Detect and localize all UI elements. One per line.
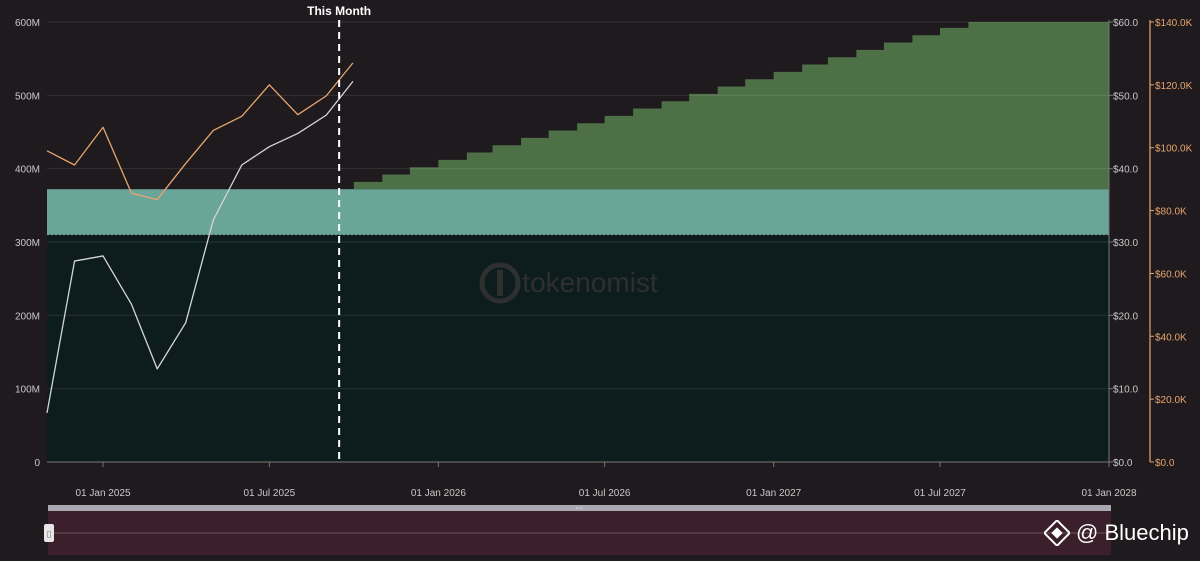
x-tick-label: 01 Jul 2026: [579, 488, 631, 499]
y-left-tick-label: 500M: [15, 91, 40, 102]
y-mid-tick-label: $50.0: [1113, 91, 1138, 102]
y-right-tick-label: $140.0K: [1155, 18, 1193, 29]
y-right-tick-label: $60.0K: [1155, 269, 1187, 280]
y-mid-tick-label: $60.0: [1113, 18, 1138, 29]
y-left-tick-label: 300M: [15, 238, 40, 249]
y-mid-tick-label: $0.0: [1113, 458, 1133, 469]
x-tick-label: 01 Jan 2027: [746, 488, 801, 499]
x-tick-label: 01 Jul 2027: [914, 488, 966, 499]
y-left-tick-label: 0: [34, 458, 40, 469]
bluechip-diamond-icon: [1044, 520, 1070, 546]
navigator-grip-icon[interactable]: ···: [575, 504, 583, 513]
this-month-label: This Month: [307, 4, 371, 18]
x-tick-label: 01 Jul 2025: [243, 488, 295, 499]
y-mid-tick-label: $20.0: [1113, 311, 1138, 322]
y-right-tick-label: $120.0K: [1155, 81, 1193, 92]
y-left-tick-label: 100M: [15, 385, 40, 396]
brand-handle: @ Bluechip: [1076, 520, 1189, 545]
y-right-tick-label: $40.0K: [1155, 332, 1187, 343]
y-mid-tick-label: $40.0: [1113, 165, 1138, 176]
series-band-area: [47, 189, 1109, 235]
x-tick-label: 01 Jan 2028: [1081, 488, 1136, 499]
unlock-chart: tokenomist 0 100M 200M 300M 400M 500M 600M 01 J…: [0, 0, 1200, 561]
y-right-tick-label: $0.0: [1155, 458, 1175, 469]
watermark-text: tokenomist: [522, 267, 658, 298]
y-mid-tick-label: $10.0: [1113, 385, 1138, 396]
y-left-tick-label: 400M: [15, 165, 40, 176]
y-right-tick-label: $80.0K: [1155, 207, 1187, 218]
x-tick-label: 01 Jan 2025: [76, 488, 131, 499]
y-left-tick-label: 200M: [15, 311, 40, 322]
y-left-tick-label: 600M: [15, 18, 40, 29]
x-tick-label: 01 Jan 2026: [411, 488, 466, 499]
navigator-handle-grip-icon: ▯: [47, 530, 52, 540]
range-navigator[interactable]: ··· ▯: [44, 504, 1111, 555]
brand-watermark: @ Bluechip: [1044, 520, 1189, 546]
y-right-tick-label: $100.0K: [1155, 144, 1193, 155]
y-right-tick-label: $20.0K: [1155, 395, 1187, 406]
y-mid-tick-label: $30.0: [1113, 238, 1138, 249]
